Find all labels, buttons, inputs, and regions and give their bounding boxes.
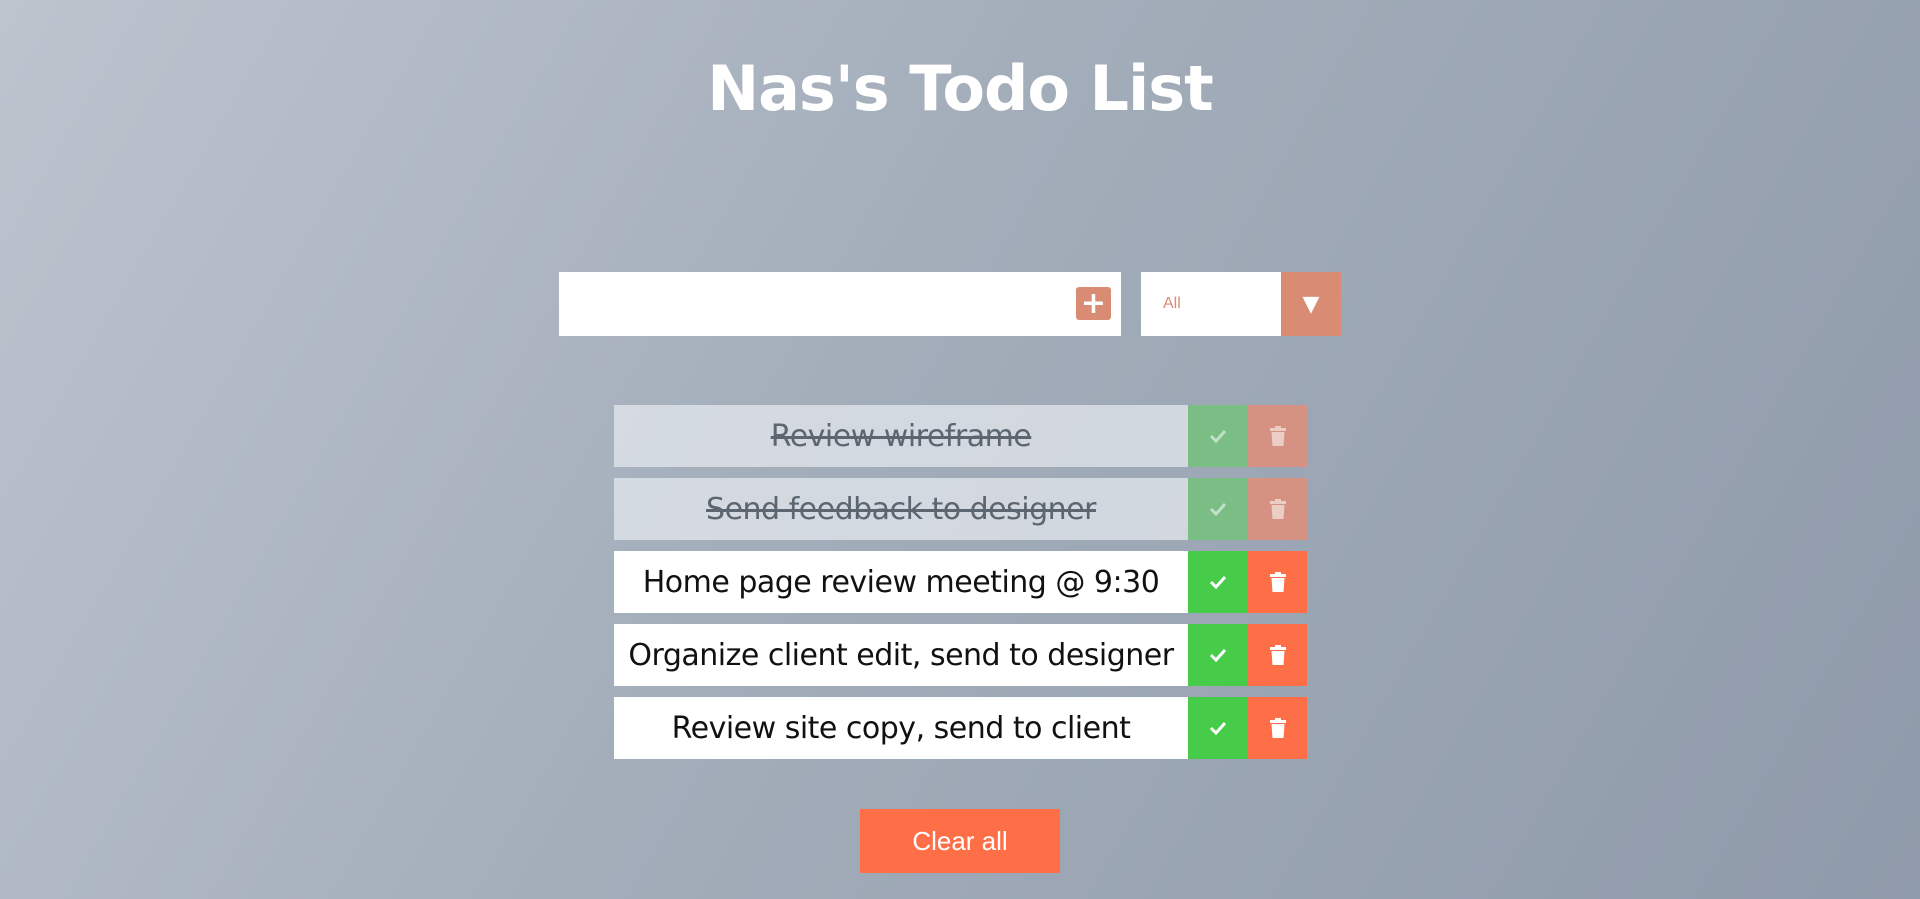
todo-item: Review site copy, send to client bbox=[614, 697, 1307, 759]
check-icon bbox=[1209, 721, 1227, 735]
todo-item: Organize client edit, send to designer bbox=[614, 624, 1307, 686]
check-icon bbox=[1209, 502, 1227, 516]
trash-icon bbox=[1269, 718, 1286, 738]
delete-button[interactable] bbox=[1248, 478, 1307, 540]
delete-button[interactable] bbox=[1248, 405, 1307, 467]
todo-item: Review wireframe bbox=[614, 405, 1307, 467]
plus-icon: + bbox=[1080, 285, 1107, 321]
delete-button[interactable] bbox=[1248, 624, 1307, 686]
todo-text: Organize client edit, send to designer bbox=[614, 624, 1188, 686]
filter-selected-value: All bbox=[1163, 295, 1181, 312]
trash-icon bbox=[1269, 426, 1286, 446]
todo-item: Send feedback to designer bbox=[614, 478, 1307, 540]
complete-button[interactable] bbox=[1188, 624, 1248, 686]
check-icon bbox=[1209, 648, 1227, 662]
check-icon bbox=[1209, 575, 1227, 589]
trash-icon bbox=[1269, 572, 1286, 592]
complete-button[interactable] bbox=[1188, 478, 1248, 540]
check-icon bbox=[1209, 429, 1227, 443]
filter-dropdown-button[interactable]: ▼ bbox=[1281, 272, 1341, 336]
trash-icon bbox=[1269, 645, 1286, 665]
trash-icon bbox=[1269, 499, 1286, 519]
todo-text: Send feedback to designer bbox=[614, 478, 1188, 540]
todo-item: Home page review meeting @ 9:30 bbox=[614, 551, 1307, 613]
add-todo-button[interactable]: + bbox=[1076, 287, 1111, 320]
todo-text: Review wireframe bbox=[614, 405, 1188, 467]
delete-button[interactable] bbox=[1248, 551, 1307, 613]
caret-down-icon: ▼ bbox=[1302, 291, 1320, 317]
complete-button[interactable] bbox=[1188, 405, 1248, 467]
page-title: Nas's Todo List bbox=[707, 52, 1214, 125]
complete-button[interactable] bbox=[1188, 697, 1248, 759]
todo-text: Home page review meeting @ 9:30 bbox=[614, 551, 1188, 613]
clear-all-button[interactable]: Clear all bbox=[860, 809, 1060, 873]
todo-input[interactable] bbox=[559, 272, 1069, 336]
todo-input-container bbox=[559, 272, 1121, 336]
complete-button[interactable] bbox=[1188, 551, 1248, 613]
delete-button[interactable] bbox=[1248, 697, 1307, 759]
todo-text: Review site copy, send to client bbox=[614, 697, 1188, 759]
todo-list: Review wireframe Send feedback to design… bbox=[614, 405, 1307, 770]
